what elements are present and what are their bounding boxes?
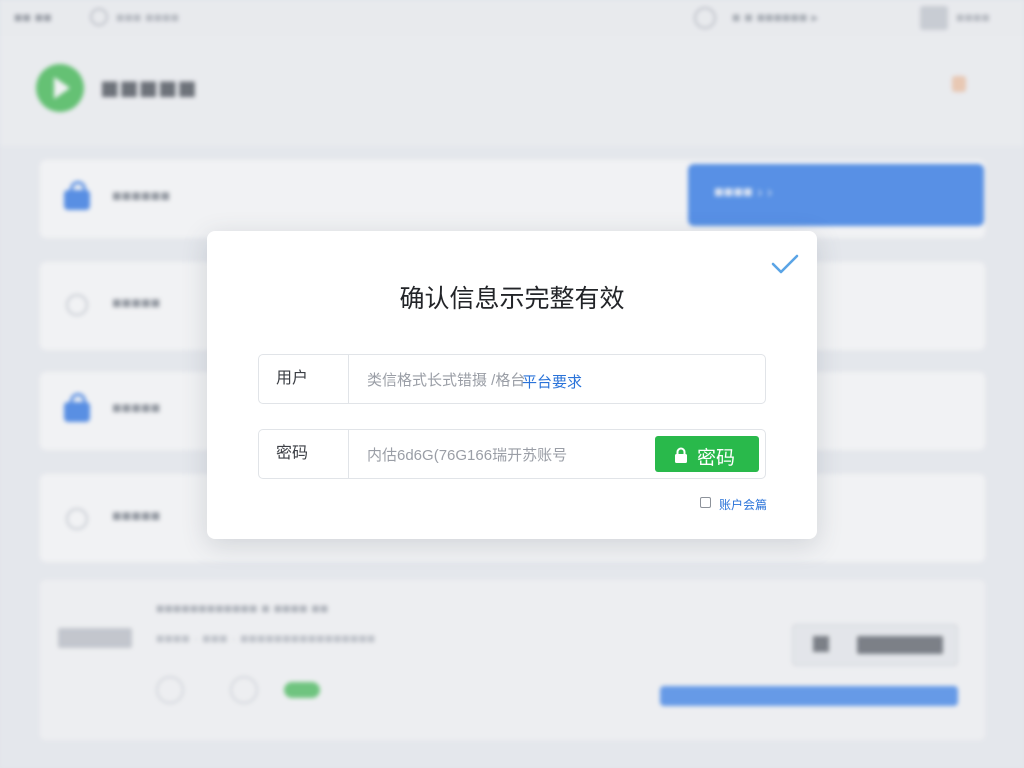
password-label: 密码 [259,430,349,478]
confirm-dialog: 确认信息示完整有效 用户 平台要求 密码 密码 [207,231,817,539]
password-button[interactable]: 密码 [655,436,759,472]
checkbox-icon[interactable] [700,497,711,508]
lock-icon [673,447,689,463]
dialog-title: 确认信息示完整有效 [399,285,625,313]
password-field: 密码 密码 [258,429,766,479]
platform-requirement-link[interactable]: 平台要求 [522,371,582,392]
check-icon[interactable] [769,249,801,281]
remember-account-label: 账户会篇 [719,498,768,512]
page: ■■ ■■ ■■■ ■■■■ ■ ■ ■■■■■■ ▸ ■■■■ ■■■■■ ■… [0,0,1024,768]
password-input[interactable] [349,430,649,478]
password-button-label: 密码 [697,448,736,469]
username-label: 用户 [259,355,349,403]
username-field: 用户 平台要求 [258,354,766,404]
